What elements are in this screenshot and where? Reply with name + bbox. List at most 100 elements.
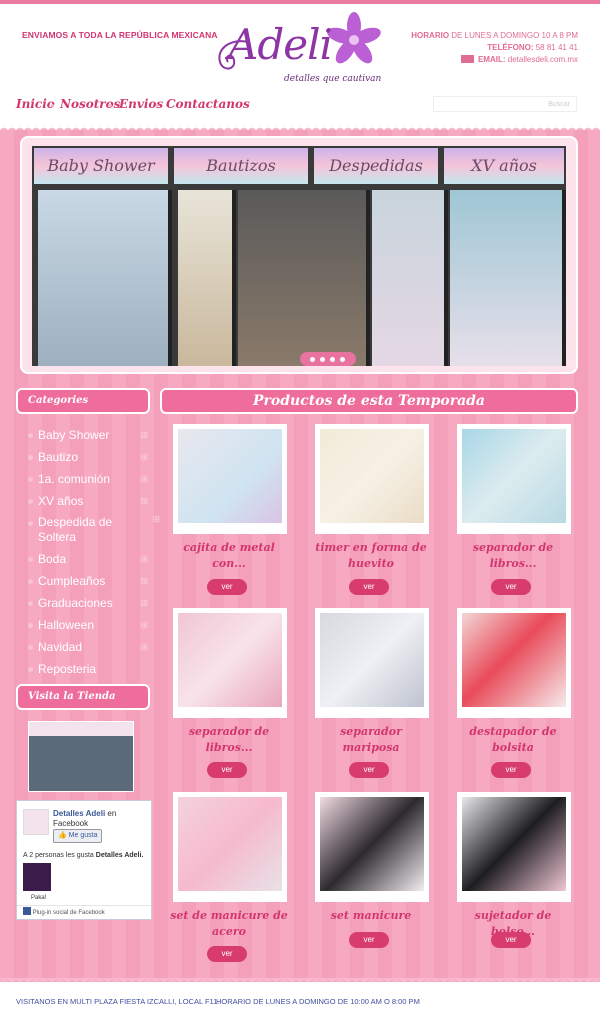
expand-plus-icon[interactable]: ⊞ <box>140 614 148 636</box>
product-image[interactable] <box>178 429 282 523</box>
product-name[interactable]: set de manicure de acero <box>169 908 289 940</box>
ver-button[interactable]: ver <box>349 762 389 778</box>
category-item[interactable]: Baby Shower ⊞ <box>26 424 150 446</box>
nav-inicio[interactable]: Inicio <box>16 97 55 111</box>
product-card[interactable] <box>315 608 429 718</box>
shop-window <box>450 190 566 366</box>
store-slider: Baby Shower Bautizos Despedidas XV años … <box>20 136 578 374</box>
expand-plus-icon[interactable]: ⊞ <box>140 468 148 490</box>
product-name[interactable]: timer en forma de huevito <box>311 540 431 572</box>
expand-plus-icon[interactable]: ⊞ <box>140 592 148 614</box>
category-item[interactable]: XV años ⊞ <box>26 490 150 512</box>
category-item[interactable]: Navidad ⊞ <box>26 636 150 658</box>
product-name[interactable]: set manicure <box>311 908 431 924</box>
category-item[interactable]: Bautizo ⊞ <box>26 446 150 468</box>
ver-button[interactable]: ver <box>207 946 247 962</box>
main-content: Baby Shower Bautizos Despedidas XV años … <box>0 130 600 982</box>
slider-dot[interactable] <box>340 357 345 362</box>
search-input[interactable]: Buscar <box>433 96 577 112</box>
page-avatar[interactable] <box>23 809 49 835</box>
main-nav: Inicio Nosotros Envios Contactanos Busca… <box>0 92 600 124</box>
facebook-icon <box>23 907 31 915</box>
product-card[interactable] <box>457 608 571 718</box>
expand-plus-icon[interactable]: ⊞ <box>140 446 148 468</box>
product-card[interactable] <box>315 424 429 534</box>
fan-name[interactable]: Paka! <box>31 895 46 901</box>
slider-image[interactable]: Baby Shower Bautizos Despedidas XV años … <box>32 146 566 366</box>
slider-dot[interactable] <box>330 357 335 362</box>
ver-button[interactable]: ver <box>491 762 531 778</box>
site-logo[interactable]: Adeli detalles que cautivan <box>212 12 382 92</box>
email-line[interactable]: EMAIL: detallesdeli.com.mx <box>411 54 578 66</box>
footer-hours: HORARIO DE LUNES A DOMINGO DE 10:00 AM O… <box>216 997 420 1006</box>
mail-icon <box>460 55 474 63</box>
category-item[interactable]: Cumpleaños ⊞ <box>26 570 150 592</box>
product-name[interactable]: separador mariposa <box>311 724 431 756</box>
product-image[interactable] <box>462 429 566 523</box>
product-card[interactable] <box>457 424 571 534</box>
product-card[interactable] <box>173 424 287 534</box>
ver-button[interactable]: ver <box>207 762 247 778</box>
expand-plus-icon[interactable]: ⊞ <box>140 570 148 592</box>
store-photo[interactable] <box>28 721 134 792</box>
category-item[interactable]: Boda ⊞ <box>26 548 150 570</box>
expand-plus-icon[interactable]: ⊞ <box>152 512 160 527</box>
site-footer: VISITANOS EN MULTI PLAZA FIESTA IZCALLI,… <box>0 986 600 1012</box>
product-image[interactable] <box>320 613 424 707</box>
slider-banner: Baby Shower <box>34 148 168 184</box>
slider-banner: Despedidas <box>314 148 438 184</box>
nav-contactanos[interactable]: Contactanos <box>166 97 250 111</box>
product-image[interactable] <box>178 613 282 707</box>
flower-icon <box>327 12 381 64</box>
fb-like-button[interactable]: 👍 Me gusta <box>53 829 103 843</box>
visit-store-title: Visita la Tienda <box>16 684 150 710</box>
product-image[interactable] <box>462 613 566 707</box>
product-image[interactable] <box>178 797 282 891</box>
product-card[interactable] <box>315 792 429 902</box>
shop-window <box>372 190 448 366</box>
ver-button[interactable]: ver <box>207 579 247 595</box>
category-item[interactable]: Halloween ⊞ <box>26 614 150 636</box>
product-card[interactable] <box>457 792 571 902</box>
nav-separator <box>109 104 112 107</box>
logo-tagline: detalles que cautivan <box>284 74 382 84</box>
slider-dot[interactable] <box>320 357 325 362</box>
product-image[interactable] <box>320 429 424 523</box>
fb-page-name[interactable]: Detalles Adeli <box>53 809 105 818</box>
category-item[interactable]: Graduaciones ⊞ <box>26 592 150 614</box>
product-image[interactable] <box>462 797 566 891</box>
footer-address: VISITANOS EN MULTI PLAZA FIESTA IZCALLI,… <box>16 997 220 1006</box>
schedule-line: HORARIO DE LUNES A DOMINGO 10 A 8 PM <box>411 31 578 40</box>
footer-scallop-border <box>0 978 600 986</box>
product-name[interactable]: cajita de metal con... <box>169 540 289 572</box>
category-item[interactable]: 1a. comunión ⊞ <box>26 468 150 490</box>
products-title: Productos de esta Temporada <box>160 388 578 414</box>
ver-button[interactable]: ver <box>349 932 389 948</box>
product-name[interactable]: separador de libros... <box>453 540 573 572</box>
shop-window <box>178 190 236 366</box>
ver-button[interactable]: ver <box>491 579 531 595</box>
site-header: ENVIAMOS A TODA LA REPÚBLICA MEXICANA Ad… <box>0 4 600 92</box>
fan-avatar[interactable] <box>23 863 51 891</box>
product-name[interactable]: destapador de bolsita <box>453 724 573 756</box>
product-card[interactable] <box>173 792 287 902</box>
slider-banner: Bautizos <box>174 148 308 184</box>
expand-plus-icon[interactable]: ⊞ <box>140 636 148 658</box>
categories-title: Categories <box>16 388 150 414</box>
contact-info: HORARIO DE LUNES A DOMINGO 10 A 8 PM TEL… <box>411 30 578 66</box>
product-name[interactable]: separador de libros... <box>169 724 289 756</box>
fb-plugin-label[interactable]: Plug-in social de Facebook <box>33 910 105 916</box>
category-item[interactable]: Despedida de Soltera ⊞ <box>26 512 160 548</box>
expand-plus-icon[interactable]: ⊞ <box>140 490 148 512</box>
expand-plus-icon[interactable]: ⊞ <box>140 548 148 570</box>
product-image[interactable] <box>320 797 424 891</box>
slider-dot[interactable] <box>310 357 315 362</box>
ver-button[interactable]: ver <box>349 579 389 595</box>
ver-button[interactable]: ver <box>491 932 531 948</box>
expand-plus-icon[interactable]: ⊞ <box>140 424 148 446</box>
category-item[interactable]: Reposteria <box>26 658 150 680</box>
thumbs-up-icon: 👍 <box>58 832 67 839</box>
logo-wordmark: Adeli <box>228 20 333 69</box>
shop-door <box>238 190 370 366</box>
product-card[interactable] <box>173 608 287 718</box>
